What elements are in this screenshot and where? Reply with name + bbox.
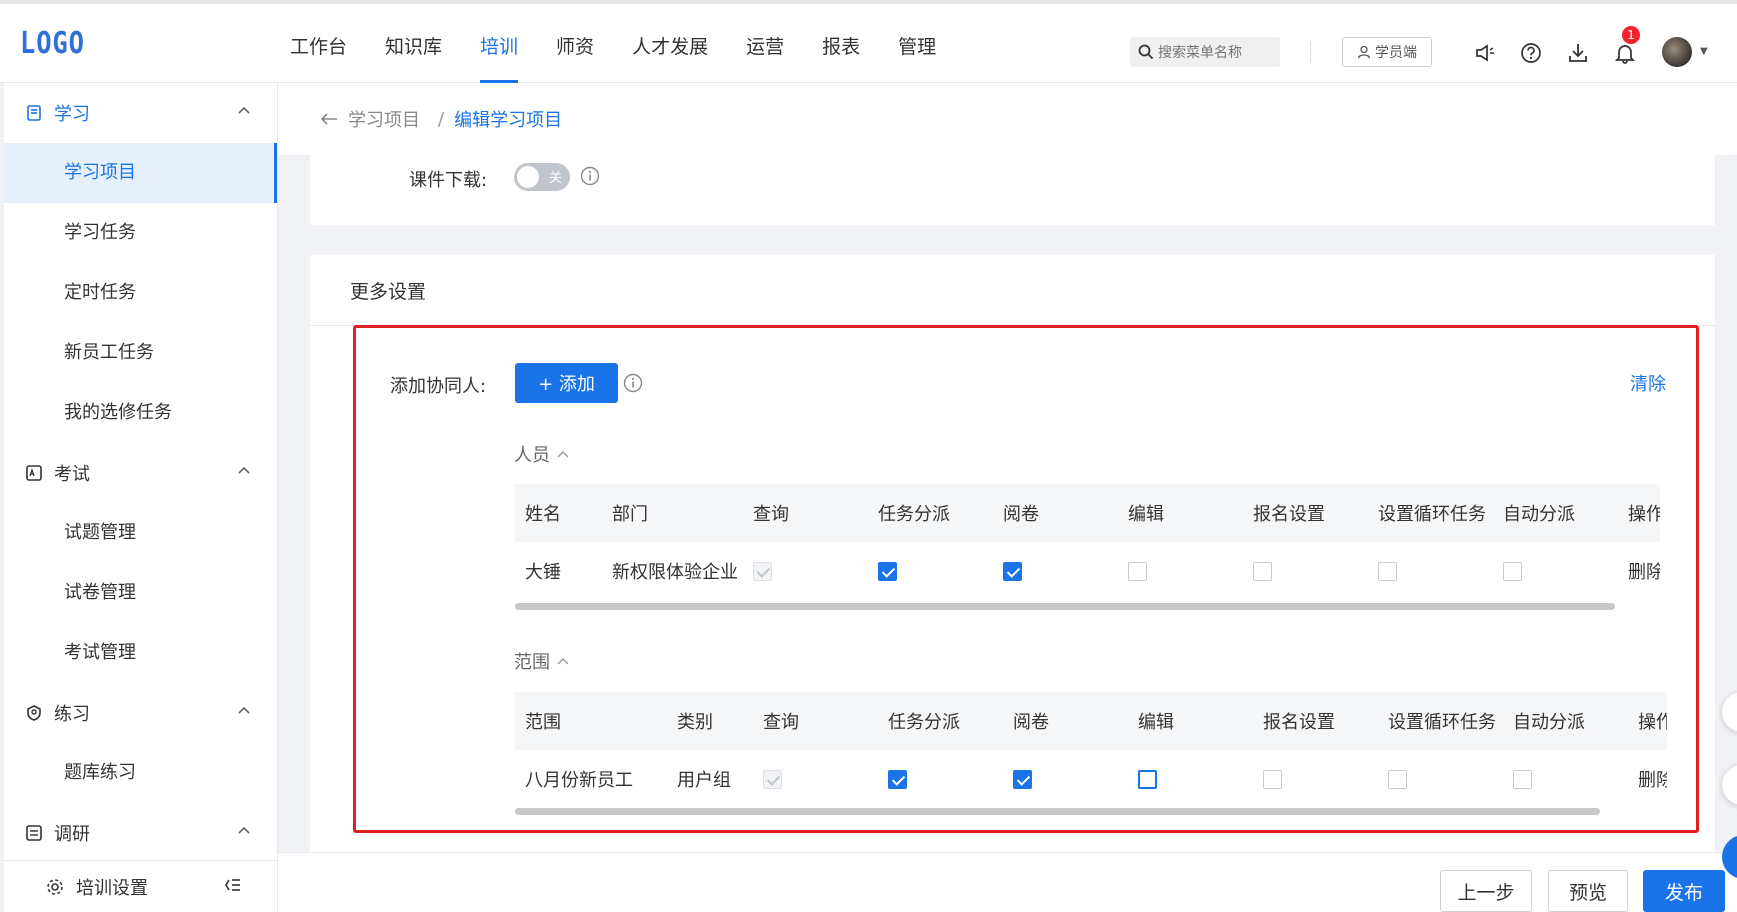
divider (1310, 42, 1311, 62)
more-settings-title: 更多设置 (350, 281, 427, 303)
chevron-up-icon (238, 706, 250, 714)
sidebar-group-label: 调研 (54, 824, 90, 845)
floating-tool-button[interactable] (1722, 692, 1737, 732)
info-icon[interactable] (580, 166, 600, 186)
floating-tool-button[interactable] (1722, 765, 1737, 805)
nav-training[interactable]: 培训 (480, 4, 519, 83)
student-portal-button[interactable]: 学员端 (1342, 37, 1432, 67)
sidebar-item-question-bank[interactable]: 试题管理 (4, 503, 277, 563)
nav-talent[interactable]: 人才发展 (632, 4, 708, 83)
chevron-up-icon (238, 466, 250, 474)
main-nav: 工作台 知识库 培训 师资 人才发展 运营 报表 管理 (290, 4, 974, 83)
caret-down-icon[interactable]: ▼ (1700, 46, 1708, 57)
courseware-download-toggle[interactable]: 关 (514, 163, 570, 191)
menu-search[interactable] (1130, 37, 1280, 67)
sidebar-group-label: 学习 (54, 104, 90, 125)
breadcrumb-prev[interactable]: 学习项目 (348, 106, 420, 132)
sidebar-group-practice[interactable]: 练习 (4, 683, 277, 743)
nav-reports[interactable]: 报表 (822, 4, 860, 83)
search-icon (1138, 44, 1154, 60)
survey-icon (24, 823, 44, 843)
user-icon (1357, 45, 1371, 59)
sidebar-group-exam[interactable]: 考试 (4, 443, 277, 503)
training-settings-label: 培训设置 (76, 877, 148, 899)
search-input[interactable] (1158, 44, 1278, 60)
nav-knowledge[interactable]: 知识库 (385, 4, 442, 83)
prev-step-button[interactable]: 上一步 (1440, 870, 1532, 912)
sidebar-item-elective-tasks[interactable]: 我的选修任务 (4, 383, 277, 443)
nav-workbench[interactable]: 工作台 (290, 4, 347, 83)
back-arrow-icon[interactable] (320, 112, 338, 126)
logo[interactable]: LOGO (20, 26, 85, 61)
top-navbar: LOGO 工作台 知识库 培训 师资 人才发展 运营 报表 管理 学员端 1 ▼ (0, 0, 1737, 83)
toggle-text: 关 (548, 171, 562, 186)
breadcrumb: 学习项目 / 编辑学习项目 (278, 83, 1737, 155)
sidebar-item-study-projects[interactable]: 学习项目 (4, 143, 277, 203)
toggle-knob (517, 166, 539, 188)
publish-button[interactable]: 发布 (1643, 870, 1725, 912)
sidebar-item-study-tasks[interactable]: 学习任务 (4, 203, 277, 263)
breadcrumb-separator: / (438, 108, 445, 130)
exam-icon (24, 463, 44, 483)
training-settings[interactable]: 培训设置 (4, 860, 277, 912)
sidebar-group-study[interactable]: 学习 (4, 83, 277, 143)
target-icon (24, 703, 44, 723)
bell-icon[interactable] (1612, 40, 1638, 66)
sidebar-item-bank-practice[interactable]: 题库练习 (4, 743, 277, 803)
help-icon[interactable] (1518, 40, 1544, 66)
highlight-box (353, 325, 1699, 833)
sidebar-group-label: 考试 (54, 464, 90, 485)
download-icon[interactable] (1565, 40, 1591, 66)
book-icon (24, 103, 44, 123)
gear-icon (47, 878, 63, 895)
breadcrumb-current: 编辑学习项目 (454, 110, 563, 131)
courseware-download-label: 课件下载: (409, 170, 488, 191)
sidebar-item-exam-management[interactable]: 考试管理 (4, 623, 277, 683)
avatar[interactable] (1662, 37, 1692, 67)
preview-button[interactable]: 预览 (1548, 870, 1628, 912)
chevron-up-icon (238, 826, 250, 834)
sidebar-item-new-employee-tasks[interactable]: 新员工任务 (4, 323, 277, 383)
sidebar-item-paper-management[interactable]: 试卷管理 (4, 563, 277, 623)
nav-operations[interactable]: 运营 (746, 4, 784, 83)
student-portal-label: 学员端 (1375, 45, 1417, 61)
sidebar-group-survey[interactable]: 调研 (4, 803, 277, 863)
sidebar: 学习 学习项目 学习任务 定时任务 新员工任务 我的选修任务 考试 试题管理 试… (4, 83, 278, 912)
announcement-icon[interactable] (1472, 40, 1498, 66)
sidebar-item-scheduled-tasks[interactable]: 定时任务 (4, 263, 277, 323)
collapse-menu-icon[interactable] (223, 877, 241, 893)
nav-teachers[interactable]: 师资 (556, 4, 594, 83)
nav-admin[interactable]: 管理 (898, 4, 936, 83)
chevron-up-icon (238, 106, 250, 114)
notification-badge: 1 (1622, 26, 1640, 44)
sidebar-group-label: 练习 (54, 704, 90, 725)
